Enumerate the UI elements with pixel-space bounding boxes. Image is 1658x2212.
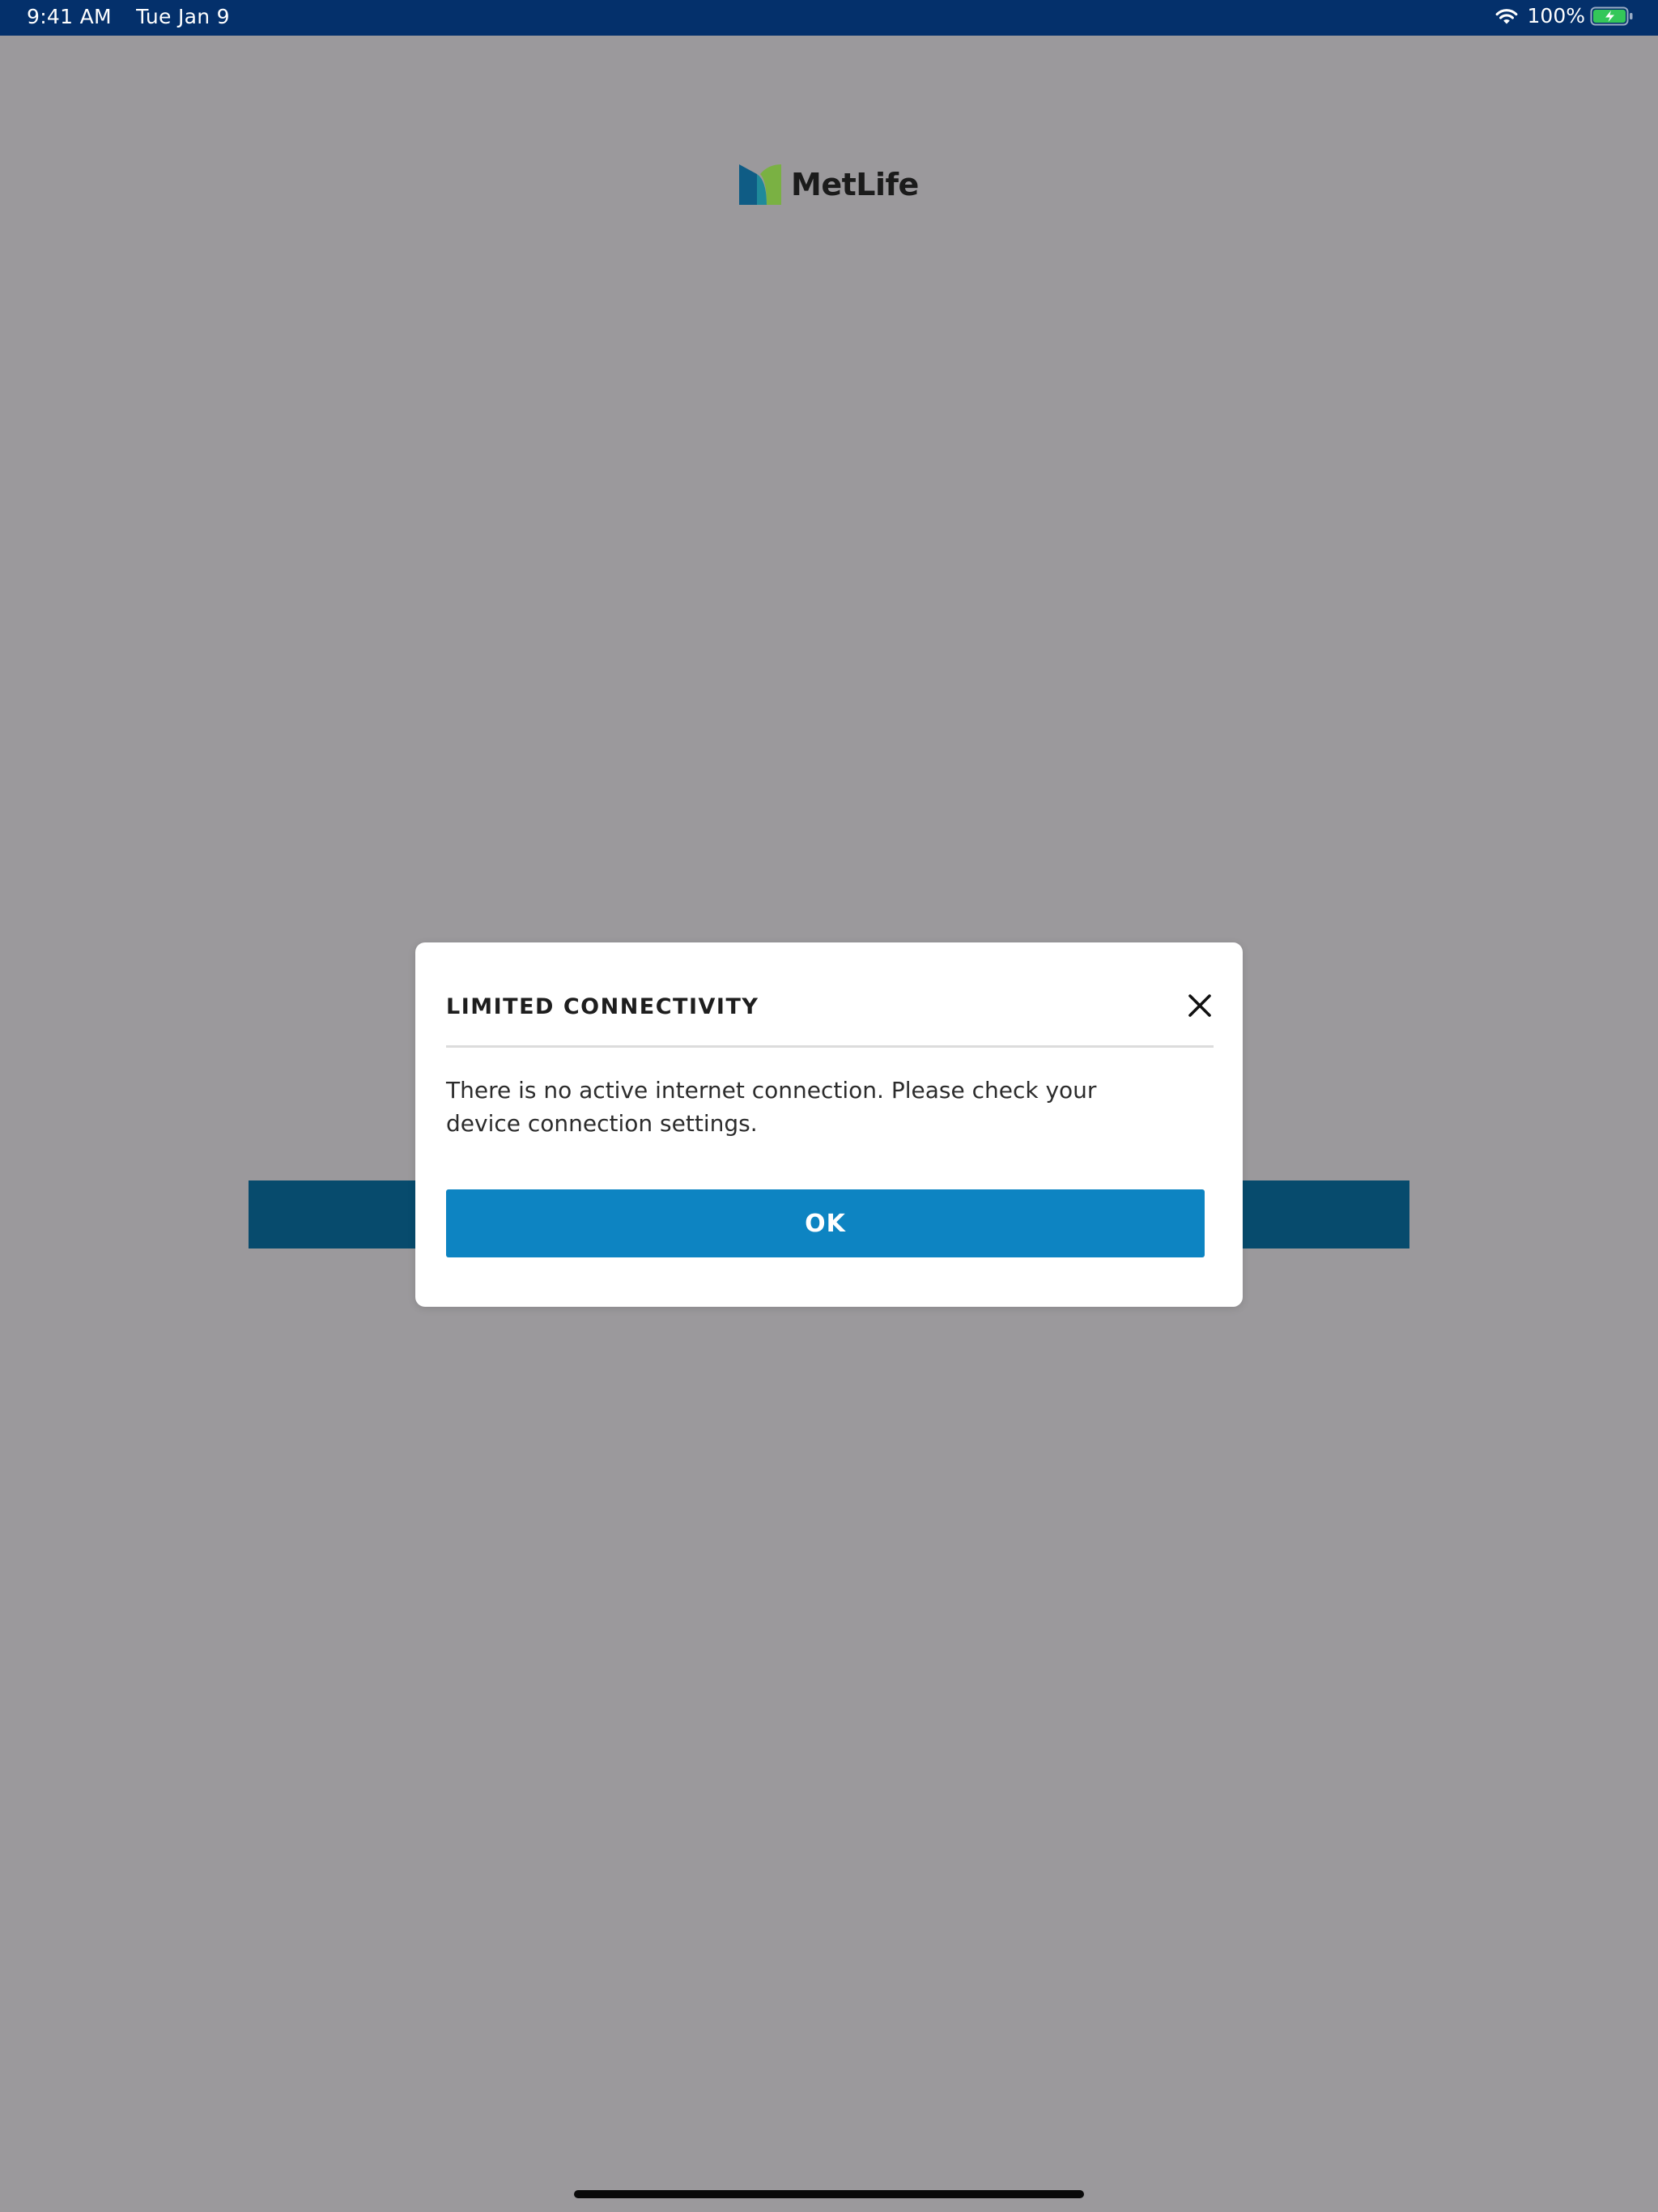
status-bar: 9:41 AM Tue Jan 9 100% bbox=[0, 0, 1658, 36]
status-indicators: 100% bbox=[1494, 4, 1634, 28]
status-time: 9:41 AM bbox=[27, 5, 112, 28]
ok-button[interactable]: OK bbox=[446, 1189, 1205, 1257]
connectivity-dialog: LIMITED CONNECTIVITY There is no active … bbox=[415, 942, 1243, 1307]
battery-percent: 100% bbox=[1527, 4, 1585, 28]
home-indicator[interactable] bbox=[574, 2190, 1084, 2198]
status-date: Tue Jan 9 bbox=[136, 5, 230, 28]
metlife-logo-icon bbox=[739, 164, 781, 205]
dialog-message: There is no active internet connection. … bbox=[446, 1077, 1097, 1137]
close-icon[interactable] bbox=[1187, 993, 1213, 1019]
battery-charging-icon bbox=[1590, 6, 1633, 25]
dialog-divider bbox=[446, 1045, 1214, 1048]
metlife-logo: MetLife bbox=[739, 164, 919, 205]
dialog-title: LIMITED CONNECTIVITY bbox=[446, 994, 759, 1019]
logo-text: MetLife bbox=[791, 167, 919, 202]
wifi-icon bbox=[1495, 8, 1517, 23]
status-time-date: 9:41 AM Tue Jan 9 bbox=[27, 5, 230, 28]
